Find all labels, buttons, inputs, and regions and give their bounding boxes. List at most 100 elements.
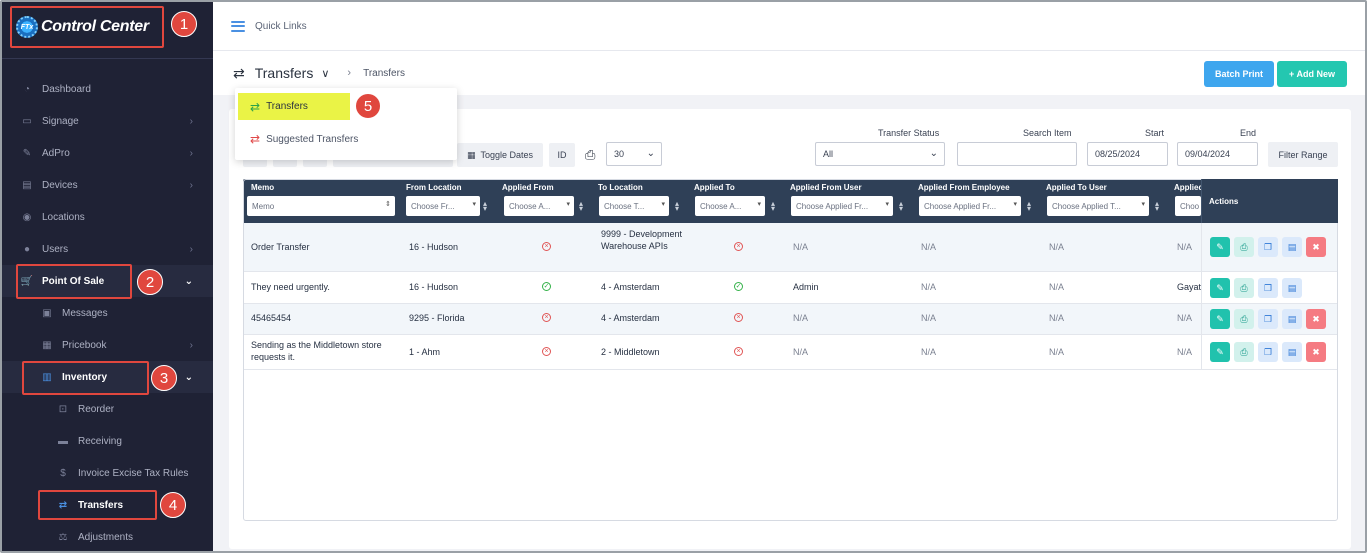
sidebar-item-label: Devices	[42, 179, 78, 191]
applied-from-filter-select[interactable]: Choose A... ▾	[504, 196, 574, 216]
print-icon[interactable]: ⎙	[585, 147, 595, 163]
page-size-select[interactable]: 30 ⌄	[606, 142, 662, 166]
table-row[interactable]: They need urgently. 16 - Hudson ✓ 4 - Am…	[243, 272, 1201, 304]
sidebar-item-reorder[interactable]: ⊡ Reorder	[2, 393, 213, 425]
sidebar-item-label: Messages	[62, 307, 108, 319]
sidebar-item-pricebook[interactable]: ▦ Pricebook ›	[2, 329, 213, 361]
page-title-dropdown[interactable]: Transfers	[255, 65, 314, 81]
sort-icon[interactable]: ▴ ▾	[1155, 200, 1159, 213]
applied-filter-select[interactable]: Choo	[1175, 196, 1201, 216]
not-applied-icon: ×	[734, 347, 743, 356]
sidebar-item-devices[interactable]: ▤ Devices ›	[2, 169, 213, 201]
applied-from-user-filter-select[interactable]: Choose Applied Fr... ▾	[791, 196, 893, 216]
column-header-applied-from-employee[interactable]: Applied From Employee	[918, 183, 1010, 192]
logo[interactable]: FTx Control Center	[10, 6, 164, 48]
edit-button[interactable]: ✎	[1210, 309, 1230, 329]
toggle-dates-button[interactable]: ▦ Toggle Dates	[457, 143, 543, 167]
page-size-value: 30	[614, 149, 625, 159]
breadcrumb[interactable]: Transfers	[363, 68, 405, 79]
document-button[interactable]: ▤	[1282, 278, 1302, 298]
start-date-input[interactable]: 08/25/2024	[1087, 142, 1168, 166]
delete-button[interactable]: ✖	[1306, 309, 1326, 329]
column-header-applied-from-user[interactable]: Applied From User	[790, 183, 862, 192]
sidebar-item-label: AdPro	[42, 147, 70, 159]
print-button[interactable]: ⎙	[1234, 237, 1254, 257]
column-header-to-location[interactable]: To Location	[598, 183, 643, 192]
sidebar-item-adjustments[interactable]: ⚖ Adjustments	[2, 521, 213, 553]
applied-from-user-cell: Admin	[793, 282, 819, 292]
chevron-down-icon: ⌄	[184, 276, 193, 287]
sidebar-item-receiving[interactable]: ▬ Receiving	[2, 425, 213, 457]
applied-to-user-filter-select[interactable]: Choose Applied T... ▾	[1047, 196, 1149, 216]
book-icon: ▦	[42, 339, 52, 351]
sidebar-item-invoice-excise-tax-rules[interactable]: $ Invoice Excise Tax Rules	[2, 457, 213, 489]
edit-button[interactable]: ✎	[1210, 342, 1230, 362]
applied-from-employee-filter-select[interactable]: Choose Applied Fr... ▾	[919, 196, 1021, 216]
quick-links-link[interactable]: Quick Links	[255, 21, 307, 32]
add-new-button[interactable]: + Add New	[1277, 61, 1347, 87]
batch-print-button[interactable]: Batch Print	[1204, 61, 1274, 87]
sidebar-item-label: Pricebook	[62, 339, 107, 351]
dropdown-item-suggested-transfers[interactable]: ⇄ Suggested Transfers	[238, 126, 358, 152]
sort-icon[interactable]: ▴ ▾	[579, 200, 583, 213]
dollar-icon: $	[60, 467, 66, 479]
document-button[interactable]: ▤	[1282, 309, 1302, 329]
column-header-applied-to[interactable]: Applied To	[694, 183, 735, 192]
print-button[interactable]: ⎙	[1234, 309, 1254, 329]
column-header-applied[interactable]: Applied	[1174, 183, 1203, 192]
to-location-filter-select[interactable]: Choose T... ▾	[599, 196, 669, 216]
column-header-applied-from[interactable]: Applied From	[502, 183, 554, 192]
sidebar-item-adpro[interactable]: ✎ AdPro ›	[2, 137, 213, 169]
sidebar-item-locations[interactable]: ◉ Locations	[2, 201, 213, 233]
edit-button[interactable]: ✎	[1210, 278, 1230, 298]
menu-icon[interactable]	[231, 20, 245, 32]
sidebar-item-label: Dashboard	[42, 83, 91, 95]
table-row[interactable]: Order Transfer 16 - Hudson × 9999 - Deve…	[243, 223, 1201, 272]
sidebar-item-users[interactable]: ● Users ›	[2, 233, 213, 265]
annotation-badge-3: 3	[151, 365, 177, 391]
table-row[interactable]: Sending as the Middletown store requests…	[243, 335, 1201, 370]
print-button[interactable]: ⎙	[1234, 278, 1254, 298]
copy-button[interactable]: ❐	[1258, 342, 1278, 362]
table-row[interactable]: 45465454 9295 - Florida × 4 - Amsterdam …	[243, 304, 1201, 335]
to-location-cell: 9999 - Development Warehouse APIs	[601, 229, 683, 251]
edit-button[interactable]: ✎	[1210, 237, 1230, 257]
applied-to-filter-select[interactable]: Choose A... ▾	[695, 196, 765, 216]
from-location-filter-select[interactable]: Choose Fr... ▾	[406, 196, 480, 216]
sort-icon[interactable]: ▴ ▾	[483, 200, 487, 213]
sort-icon[interactable]: ▴ ▾	[1027, 200, 1031, 213]
copy-button[interactable]: ❐	[1258, 309, 1278, 329]
sort-icon[interactable]: ▴ ▾	[899, 200, 903, 213]
document-button[interactable]: ▤	[1282, 237, 1302, 257]
document-button[interactable]: ▤	[1282, 342, 1302, 362]
memo-filter-placeholder: Memo	[252, 201, 275, 211]
sort-icon[interactable]: ▴ ▾	[771, 200, 775, 213]
sidebar-item-dashboard[interactable]: ◔ Dashboard	[2, 73, 213, 105]
users-icon: ●	[23, 243, 31, 255]
id-button[interactable]: ID	[549, 143, 575, 167]
sidebar-item-label: Reorder	[78, 403, 115, 415]
end-date-input[interactable]: 09/04/2024	[1177, 142, 1258, 166]
delete-button[interactable]: ✖	[1306, 237, 1326, 257]
pen-icon: ✎	[22, 147, 32, 159]
copy-button[interactable]: ❐	[1258, 237, 1278, 257]
chevron-down-icon[interactable]: ∨	[321, 67, 329, 80]
logo-text: Control Center	[41, 18, 149, 35]
dropdown-item-transfers[interactable]: ⇄ Transfers	[238, 93, 350, 120]
sort-icon[interactable]: ▴ ▾	[675, 200, 679, 213]
column-header-applied-to-user[interactable]: Applied To User	[1046, 183, 1107, 192]
sidebar-item-messages[interactable]: ▣ Messages	[2, 297, 213, 329]
memo-filter-input[interactable]: Memo ⇕	[247, 196, 395, 216]
sidebar-item-signage[interactable]: ▭ Signage ›	[2, 105, 213, 137]
column-header-from-location[interactable]: From Location	[406, 183, 462, 192]
print-button[interactable]: ⎙	[1234, 342, 1254, 362]
copy-button[interactable]: ❐	[1258, 278, 1278, 298]
search-item-input[interactable]	[957, 142, 1077, 166]
delete-button[interactable]: ✖	[1306, 342, 1326, 362]
column-header-memo[interactable]: Memo	[251, 183, 274, 192]
filter-range-button[interactable]: Filter Range	[1268, 142, 1338, 167]
top-bar: Quick Links	[213, 2, 1365, 51]
transfer-status-select[interactable]: All ⌄	[815, 142, 945, 166]
transfer-icon: ⇄	[233, 64, 245, 81]
applied-cell: Gayat	[1177, 282, 1202, 292]
